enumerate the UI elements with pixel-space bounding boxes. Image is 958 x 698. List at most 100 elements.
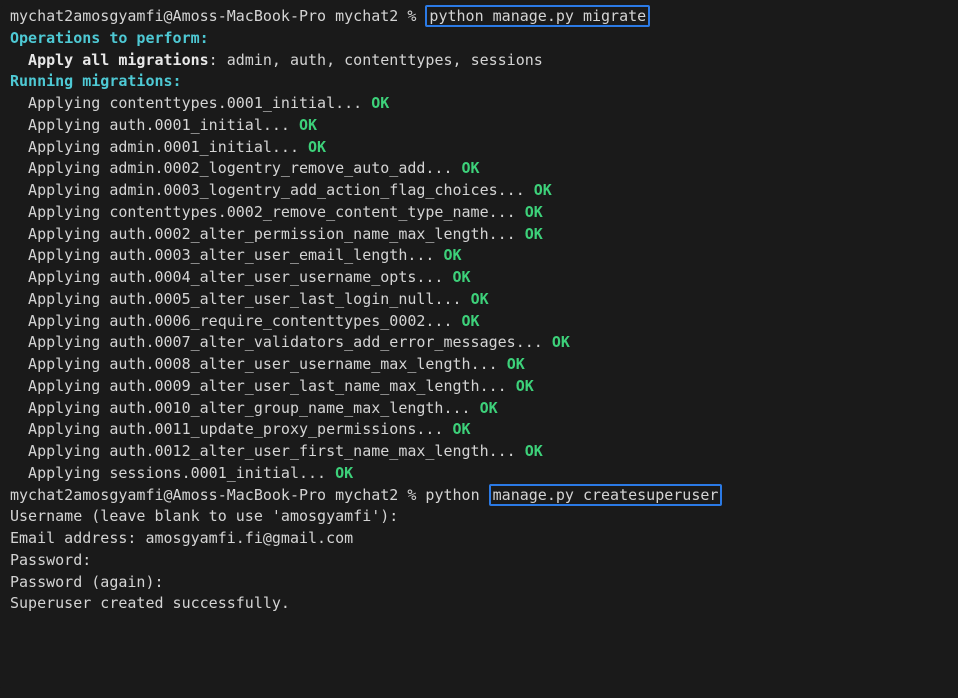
- applying-prefix: Applying: [28, 377, 109, 395]
- apply-migrations-line: Apply all migrations: admin, auth, conte…: [10, 50, 948, 72]
- applying-prefix: Applying: [28, 464, 109, 482]
- applying-prefix: Applying: [28, 420, 109, 438]
- migration-row: Applying auth.0011_update_proxy_permissi…: [10, 419, 948, 441]
- migration-name: sessions.0001_initial: [109, 464, 299, 482]
- applying-suffix: ...: [425, 159, 461, 177]
- migration-row: Applying admin.0003_logentry_add_action_…: [10, 180, 948, 202]
- email-line: Email address: amosgyamfi.fi@gmail.com: [10, 528, 948, 550]
- applying-suffix: ...: [263, 116, 299, 134]
- applying-prefix: Applying: [28, 399, 109, 417]
- applying-suffix: ...: [498, 181, 534, 199]
- applying-prefix: Applying: [28, 246, 109, 264]
- applying-prefix: Applying: [28, 333, 109, 351]
- migration-name: auth.0004_alter_user_username_opts: [109, 268, 416, 286]
- ok-status: OK: [552, 333, 570, 351]
- migration-name: admin.0003_logentry_add_action_flag_choi…: [109, 181, 497, 199]
- applying-suffix: ...: [471, 355, 507, 373]
- email-label: Email address:: [10, 529, 145, 547]
- migration-row: Applying auth.0012_alter_user_first_name…: [10, 441, 948, 463]
- migration-name: contenttypes.0001_initial: [109, 94, 335, 112]
- apply-list: : admin, auth, contenttypes, sessions: [209, 51, 543, 69]
- ok-status: OK: [516, 377, 534, 395]
- applying-suffix: ...: [425, 312, 461, 330]
- migration-name: auth.0002_alter_permission_name_max_leng…: [109, 225, 488, 243]
- apply-label: Apply all migrations: [28, 51, 209, 69]
- migration-row: Applying sessions.0001_initial... OK: [10, 463, 948, 485]
- password-prompt: Password:: [10, 550, 948, 572]
- applying-suffix: ...: [489, 225, 525, 243]
- applying-suffix: ...: [434, 290, 470, 308]
- migration-name: auth.0010_alter_group_name_max_length: [109, 399, 443, 417]
- ok-status: OK: [308, 138, 326, 156]
- ok-status: OK: [462, 312, 480, 330]
- username-prompt: Username (leave blank to use 'amosgyamfi…: [10, 506, 948, 528]
- migration-name: auth.0007_alter_validators_add_error_mes…: [109, 333, 515, 351]
- applying-prefix: Applying: [28, 290, 109, 308]
- migration-row: Applying auth.0002_alter_permission_name…: [10, 224, 948, 246]
- applying-suffix: ...: [416, 268, 452, 286]
- shell-prompt: mychat2amosgyamfi@Amoss-MacBook-Pro mych…: [10, 486, 489, 504]
- migration-name: auth.0006_require_contenttypes_0002: [109, 312, 425, 330]
- applying-suffix: ...: [489, 203, 525, 221]
- migration-name: auth.0003_alter_user_email_length: [109, 246, 407, 264]
- password-again-prompt: Password (again):: [10, 572, 948, 594]
- operations-header: Operations to perform:: [10, 28, 948, 50]
- highlighted-command-createsuperuser: manage.py createsuperuser: [489, 484, 723, 506]
- email-value: amosgyamfi.fi@gmail.com: [145, 529, 353, 547]
- migration-name: auth.0012_alter_user_first_name_max_leng…: [109, 442, 488, 460]
- highlighted-command-migrate: python manage.py migrate: [425, 5, 650, 27]
- applying-suffix: ...: [299, 464, 335, 482]
- ok-status: OK: [480, 399, 498, 417]
- migration-row: Applying auth.0003_alter_user_email_leng…: [10, 245, 948, 267]
- migration-row: Applying contenttypes.0002_remove_conten…: [10, 202, 948, 224]
- ok-status: OK: [453, 268, 471, 286]
- migration-row: Applying admin.0001_initial... OK: [10, 137, 948, 159]
- ok-status: OK: [471, 290, 489, 308]
- applying-prefix: Applying: [28, 312, 109, 330]
- prompt-line-2: mychat2amosgyamfi@Amoss-MacBook-Pro mych…: [10, 485, 948, 507]
- ok-status: OK: [443, 246, 461, 264]
- migration-name: auth.0009_alter_user_last_name_max_lengt…: [109, 377, 479, 395]
- applying-prefix: Applying: [28, 268, 109, 286]
- ok-status: OK: [507, 355, 525, 373]
- applying-prefix: Applying: [28, 181, 109, 199]
- migration-row: Applying admin.0002_logentry_remove_auto…: [10, 158, 948, 180]
- migration-name: auth.0011_update_proxy_permissions: [109, 420, 416, 438]
- migration-row: Applying auth.0007_alter_validators_add_…: [10, 332, 948, 354]
- applying-prefix: Applying: [28, 159, 109, 177]
- applying-suffix: ...: [480, 377, 516, 395]
- prompt-line-1: mychat2amosgyamfi@Amoss-MacBook-Pro mych…: [10, 6, 948, 28]
- migration-name: auth.0008_alter_user_username_max_length: [109, 355, 470, 373]
- migration-row: Applying auth.0005_alter_user_last_login…: [10, 289, 948, 311]
- applying-prefix: Applying: [28, 355, 109, 373]
- applying-prefix: Applying: [28, 442, 109, 460]
- applying-suffix: ...: [489, 442, 525, 460]
- ok-status: OK: [525, 442, 543, 460]
- applying-prefix: Applying: [28, 116, 109, 134]
- applying-suffix: ...: [416, 420, 452, 438]
- migration-name: auth.0001_initial: [109, 116, 263, 134]
- applying-suffix: ...: [443, 399, 479, 417]
- migration-name: admin.0002_logentry_remove_auto_add: [109, 159, 425, 177]
- migration-name: contenttypes.0002_remove_content_type_na…: [109, 203, 488, 221]
- ok-status: OK: [525, 203, 543, 221]
- migration-row: Applying auth.0001_initial... OK: [10, 115, 948, 137]
- ok-status: OK: [525, 225, 543, 243]
- applying-prefix: Applying: [28, 94, 109, 112]
- success-message: Superuser created successfully.: [10, 593, 948, 615]
- applying-suffix: ...: [335, 94, 371, 112]
- migration-row: Applying auth.0008_alter_user_username_m…: [10, 354, 948, 376]
- migration-row: Applying auth.0004_alter_user_username_o…: [10, 267, 948, 289]
- migration-name: admin.0001_initial: [109, 138, 272, 156]
- applying-suffix: ...: [407, 246, 443, 264]
- applying-prefix: Applying: [28, 138, 109, 156]
- terminal-window: { "prompt1": { "prefix": "mychat2amosgya…: [0, 0, 958, 698]
- ok-status: OK: [534, 181, 552, 199]
- applying-suffix: ...: [272, 138, 308, 156]
- migrations-list: Applying contenttypes.0001_initial... OK…: [10, 93, 948, 485]
- ok-status: OK: [371, 94, 389, 112]
- shell-prompt: mychat2amosgyamfi@Amoss-MacBook-Pro mych…: [10, 7, 425, 25]
- migration-row: Applying auth.0010_alter_group_name_max_…: [10, 398, 948, 420]
- migration-name: auth.0005_alter_user_last_login_null: [109, 290, 434, 308]
- running-migrations-header: Running migrations:: [10, 71, 948, 93]
